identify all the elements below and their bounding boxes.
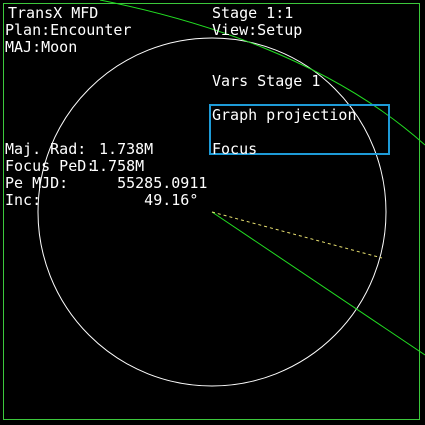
periapsis-marker-line (211, 211, 383, 259)
readout-value: 49.16° (90, 191, 199, 209)
plan-label: Plan:Encounter (5, 21, 132, 39)
readout-value: 1.758M (90, 157, 145, 175)
readout-label: Focus PeD: (5, 157, 96, 175)
view-label: View:Setup (212, 21, 303, 39)
vars-stage-header: Vars Stage 1 (212, 72, 321, 90)
readout-value: 1.738M (90, 140, 154, 158)
option-graph-projection[interactable]: Graph projection (212, 107, 357, 124)
transx-mfd-screen: TransX MFD Plan:Encounter MAJ:Moon Stage… (0, 0, 425, 425)
readout-label: Pe MJD: (5, 174, 69, 192)
readout-inclination: Inc: 49.16° (5, 192, 198, 209)
mfd-frame-border (3, 3, 420, 420)
readout-major-radius: Maj. Rad: 1.738M (5, 141, 153, 158)
readout-value: 55285.0911 (90, 174, 208, 192)
major-body-label: MAJ:Moon (5, 38, 78, 56)
readout-pe-mjd: Pe MJD: 55285.0911 (5, 175, 207, 192)
mfd-title: TransX MFD (8, 4, 99, 22)
option-focus[interactable]: Focus (212, 141, 257, 158)
readout-focus-ped: Focus PeD:1.758M (5, 158, 144, 175)
departure-trajectory (211, 211, 425, 356)
readout-label: Inc: (5, 191, 42, 209)
readout-label: Maj. Rad: (5, 140, 87, 158)
stage-label: Stage 1:1 (212, 4, 294, 22)
mfd-graph (3, 0, 425, 420)
